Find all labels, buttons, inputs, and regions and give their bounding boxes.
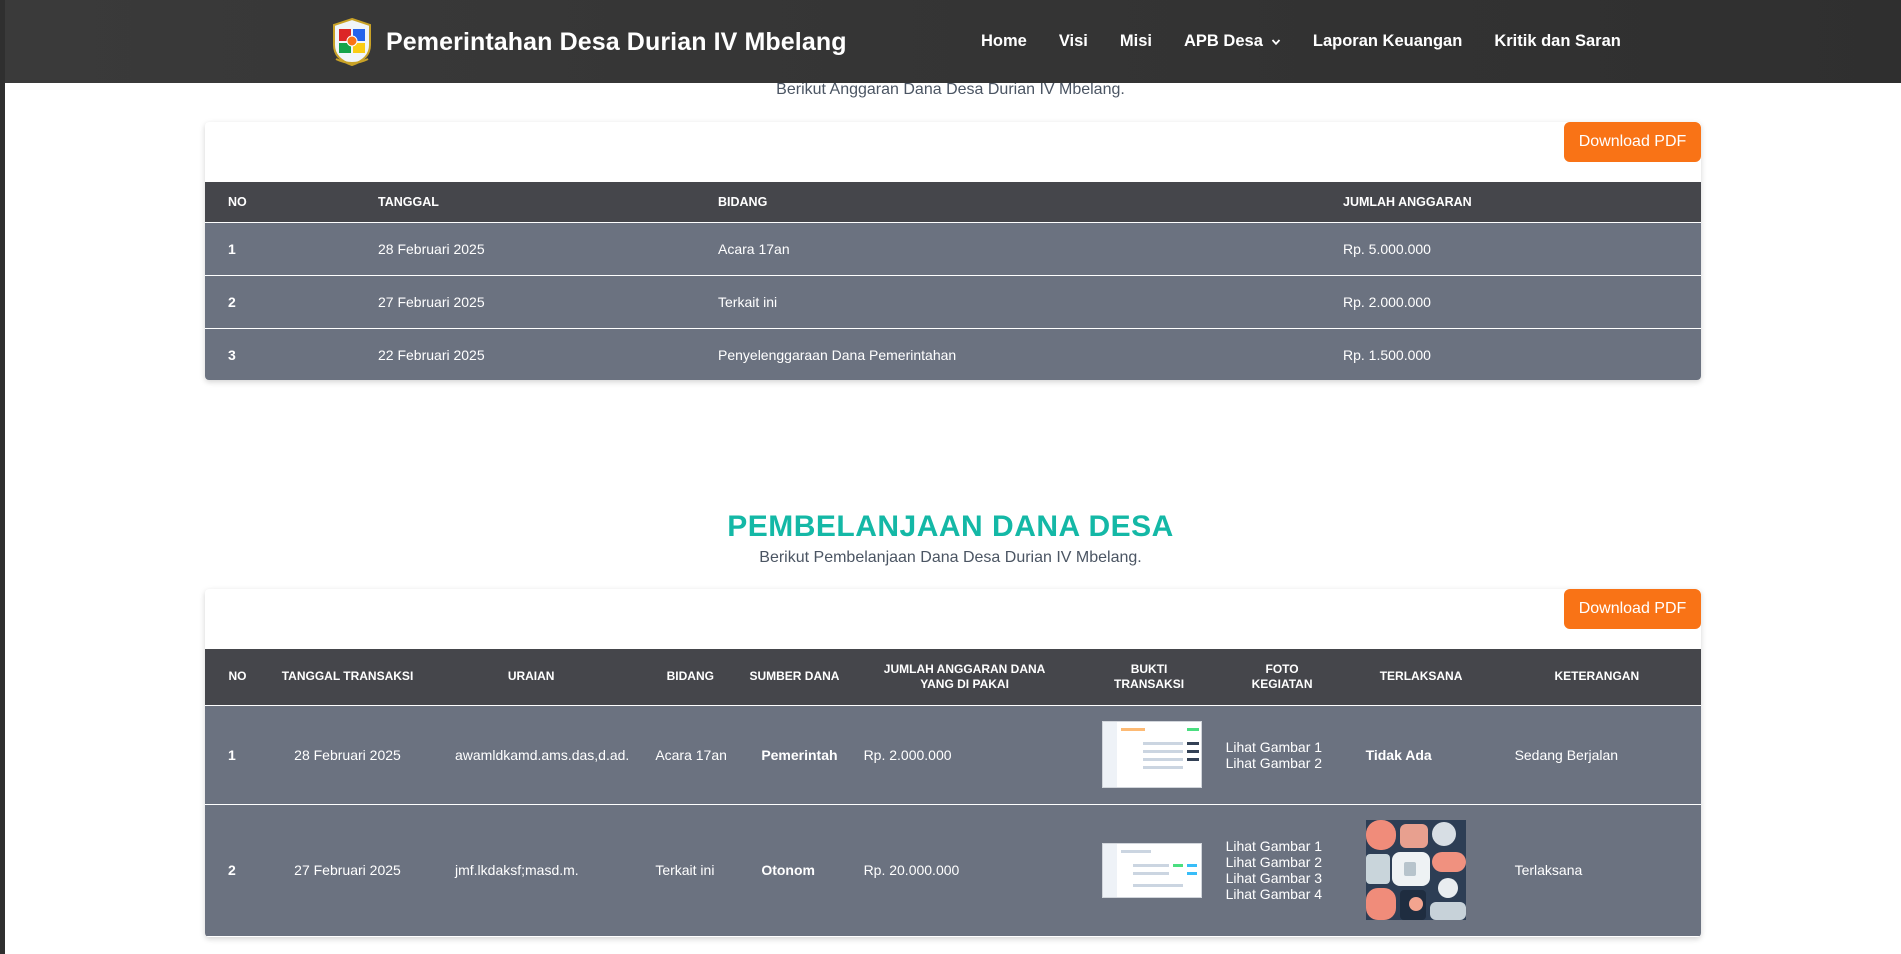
receipt-thumbnail[interactable] (1101, 721, 1202, 788)
cell-jumlah: Rp. 2.000.000 (845, 704, 1084, 804)
cell-bukti-transaksi (1083, 803, 1215, 936)
anggaran-table: NO TANGGAL BIDANG JUMLAH ANGGARAN 1 28 F… (205, 182, 1701, 380)
nav-laporan-keuangan[interactable]: Laporan Keuangan (1313, 32, 1462, 51)
anggaran-subtitle: Berikut Anggaran Dana Desa Durian IV Mbe… (776, 81, 1125, 98)
top-navbar: Pemerintahan Desa Durian IV Mbelang Home… (5, 0, 1901, 83)
cell-tanggal: 22 Februari 2025 (355, 327, 695, 380)
brand[interactable]: Pemerintahan Desa Durian IV Mbelang (330, 16, 847, 68)
chevron-down-icon (1271, 38, 1281, 45)
cell-terlaksana: Tidak Ada (1349, 704, 1493, 804)
table-header-row: NO TANGGAL TRANSAKSI URAIAN BIDANG SUMBE… (205, 649, 1701, 705)
nav-misi[interactable]: Misi (1120, 32, 1152, 51)
cell-sumber-dana: Pemerintah (743, 704, 846, 804)
cell-bidang: Terkait ini (637, 803, 744, 936)
photo-link[interactable]: Lihat Gambar 2 (1226, 755, 1342, 771)
activity-photo[interactable] (1365, 820, 1466, 921)
col-bidang: BIDANG (695, 182, 1320, 222)
cell-foto-kegiatan: Lihat Gambar 1 Lihat Gambar 2 Lihat Gamb… (1214, 803, 1350, 936)
anggaran-card: Download PDF NO TANGGAL BIDANG JUMLAH AN… (205, 122, 1701, 380)
pembelanjaan-subtitle: Berikut Pembelanjaan Dana Desa Durian IV… (759, 549, 1142, 566)
photo-link[interactable]: Lihat Gambar 4 (1226, 886, 1342, 902)
col-tanggal: TANGGAL (355, 182, 695, 222)
village-emblem-icon (333, 17, 371, 67)
nav-kritik-dan-saran[interactable]: Kritik dan Saran (1494, 32, 1621, 51)
table-row: 3 22 Februari 2025 Penyelenggaraan Dana … (205, 327, 1701, 380)
cell-bidang: Terkait ini (695, 274, 1320, 328)
pembelanjaan-download-pdf-button[interactable]: Download PDF (1564, 589, 1701, 629)
cell-no: 1 (205, 704, 270, 804)
table-row: 1 28 Februari 2025 Acara 17an Rp. 5.000.… (205, 221, 1701, 275)
col-sumber-dana: SUMBER DANA (743, 649, 846, 705)
cell-jumlah: Rp. 2.000.000 (1320, 274, 1701, 328)
cell-uraian: jmf.lkdaksf;masd.m. (425, 803, 638, 936)
cell-no: 2 (205, 803, 270, 936)
cell-keterangan: Terlaksana (1492, 803, 1701, 936)
cell-tanggal: 28 Februari 2025 (270, 704, 425, 804)
photo-link[interactable]: Lihat Gambar 1 (1226, 739, 1342, 755)
cell-jumlah: Rp. 1.500.000 (1320, 327, 1701, 380)
cell-tanggal: 27 Februari 2025 (355, 274, 695, 328)
cell-jumlah: Rp. 20.000.000 (845, 803, 1084, 936)
cell-tanggal: 27 Februari 2025 (270, 803, 425, 936)
photo-link[interactable]: Lihat Gambar 2 (1226, 854, 1342, 870)
table-row: 2 27 Februari 2025 Terkait ini Rp. 2.000… (205, 274, 1701, 328)
col-jumlah-anggaran: JUMLAH ANGGARAN (1320, 182, 1701, 222)
cell-bidang: Acara 17an (695, 221, 1320, 275)
cell-bidang: Acara 17an (637, 704, 744, 804)
col-tanggal-transaksi: TANGGAL TRANSAKSI (270, 649, 425, 705)
table-row: 2 27 Februari 2025 jmf.lkdaksf;masd.m. T… (205, 803, 1701, 936)
cell-sumber-dana: Otonom (743, 803, 846, 936)
table-row: 1 28 Februari 2025 awamldkamd.ams.das,d.… (205, 704, 1701, 804)
cell-uraian: awamldkamd.ams.das,d.ad. (425, 704, 638, 804)
cell-no: 2 (205, 274, 355, 328)
pembelanjaan-title: PEMBELANJAAN DANA DESA (727, 510, 1174, 543)
cell-no: 3 (205, 327, 355, 380)
col-no: NO (205, 649, 270, 705)
col-no: NO (205, 182, 355, 222)
cell-keterangan: Sedang Berjalan (1492, 704, 1701, 804)
cell-tanggal: 28 Februari 2025 (355, 221, 695, 275)
cell-no: 1 (205, 221, 355, 275)
cell-terlaksana (1349, 803, 1493, 936)
nav-apb-desa-dropdown[interactable]: APB Desa (1184, 32, 1281, 51)
col-bukti-transaksi: BUKTI TRANSAKSI (1083, 649, 1215, 705)
nav-home[interactable]: Home (981, 32, 1027, 51)
col-keterangan: KETERANGAN (1492, 649, 1701, 705)
cell-foto-kegiatan: Lihat Gambar 1 Lihat Gambar 2 (1214, 704, 1350, 804)
abstract-art-image (1365, 820, 1466, 921)
photo-link[interactable]: Lihat Gambar 3 (1226, 870, 1342, 886)
col-foto-kegiatan: FOTO KEGIATAN (1214, 649, 1350, 705)
col-bidang: BIDANG (637, 649, 744, 705)
window-edge (0, 0, 5, 954)
col-jumlah-anggaran: JUMLAH ANGGARAN DANA YANG DI PAKAI (845, 649, 1084, 705)
receipt-thumbnail[interactable] (1101, 842, 1202, 898)
brand-title: Pemerintahan Desa Durian IV Mbelang (386, 27, 847, 56)
cell-bidang: Penyelenggaraan Dana Pemerintahan (695, 327, 1320, 380)
nav-visi[interactable]: Visi (1059, 32, 1088, 51)
col-uraian: URAIAN (425, 649, 638, 705)
pembelanjaan-table: NO TANGGAL TRANSAKSI URAIAN BIDANG SUMBE… (205, 649, 1701, 936)
nav-apb-desa-label: APB Desa (1184, 32, 1263, 50)
table-header-row: NO TANGGAL BIDANG JUMLAH ANGGARAN (205, 182, 1701, 222)
main-nav: Home Visi Misi APB Desa Laporan Keuangan… (981, 0, 1621, 83)
col-terlaksana: TERLAKSANA (1349, 649, 1493, 705)
cell-jumlah: Rp. 5.000.000 (1320, 221, 1701, 275)
cell-bukti-transaksi (1083, 704, 1215, 804)
pembelanjaan-card: Download PDF NO TANGGAL TRANSAKSI URAIAN… (205, 589, 1701, 937)
anggaran-download-pdf-button[interactable]: Download PDF (1564, 122, 1701, 162)
photo-link[interactable]: Lihat Gambar 1 (1226, 838, 1342, 854)
